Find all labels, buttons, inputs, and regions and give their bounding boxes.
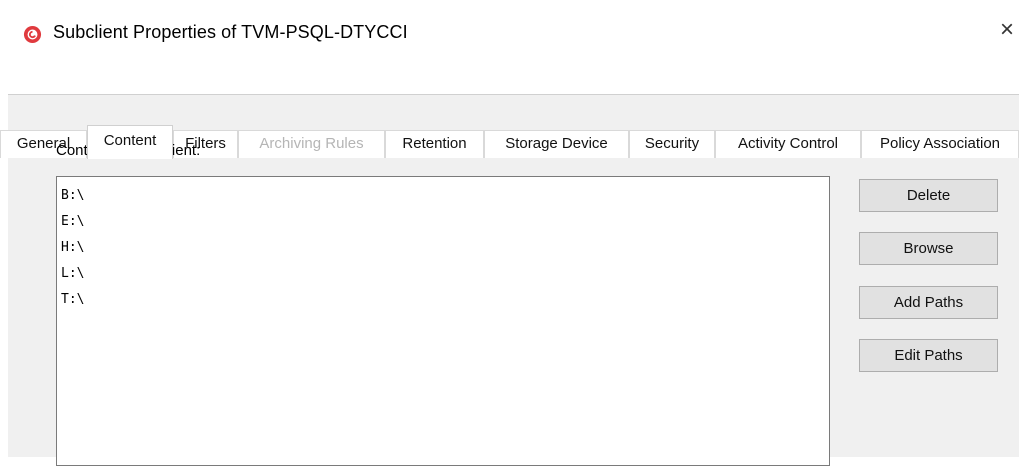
tab-policy-association[interactable]: Policy Association xyxy=(861,130,1019,158)
contents-listbox[interactable]: B:\ E:\ H:\ L:\ T:\ xyxy=(56,176,830,466)
tab-content[interactable]: Content xyxy=(87,125,173,159)
browse-button[interactable]: Browse xyxy=(859,232,998,265)
list-item[interactable]: E:\ xyxy=(61,209,829,235)
tab-activity-control[interactable]: Activity Control xyxy=(715,130,861,158)
tab-security[interactable]: Security xyxy=(629,130,715,158)
commvault-icon xyxy=(23,25,42,44)
delete-button[interactable]: Delete xyxy=(859,179,998,212)
add-paths-button[interactable]: Add Paths xyxy=(859,286,998,319)
tab-archiving-rules: Archiving Rules xyxy=(238,130,385,158)
tab-retention[interactable]: Retention xyxy=(385,130,484,158)
window-title: Subclient Properties of TVM-PSQL-DTYCCI xyxy=(53,22,408,42)
tab-strip: General Content Filters Archiving Rules … xyxy=(0,64,1027,159)
tab-storage-device[interactable]: Storage Device xyxy=(484,130,629,158)
list-item[interactable]: L:\ xyxy=(61,261,829,287)
list-item[interactable]: B:\ xyxy=(61,183,829,209)
list-item[interactable]: T:\ xyxy=(61,287,829,313)
edit-paths-button[interactable]: Edit Paths xyxy=(859,339,998,372)
list-item[interactable]: H:\ xyxy=(61,235,829,261)
title-bar: Subclient Properties of TVM-PSQL-DTYCCI … xyxy=(0,0,1027,64)
close-icon[interactable]: × xyxy=(995,18,1019,42)
